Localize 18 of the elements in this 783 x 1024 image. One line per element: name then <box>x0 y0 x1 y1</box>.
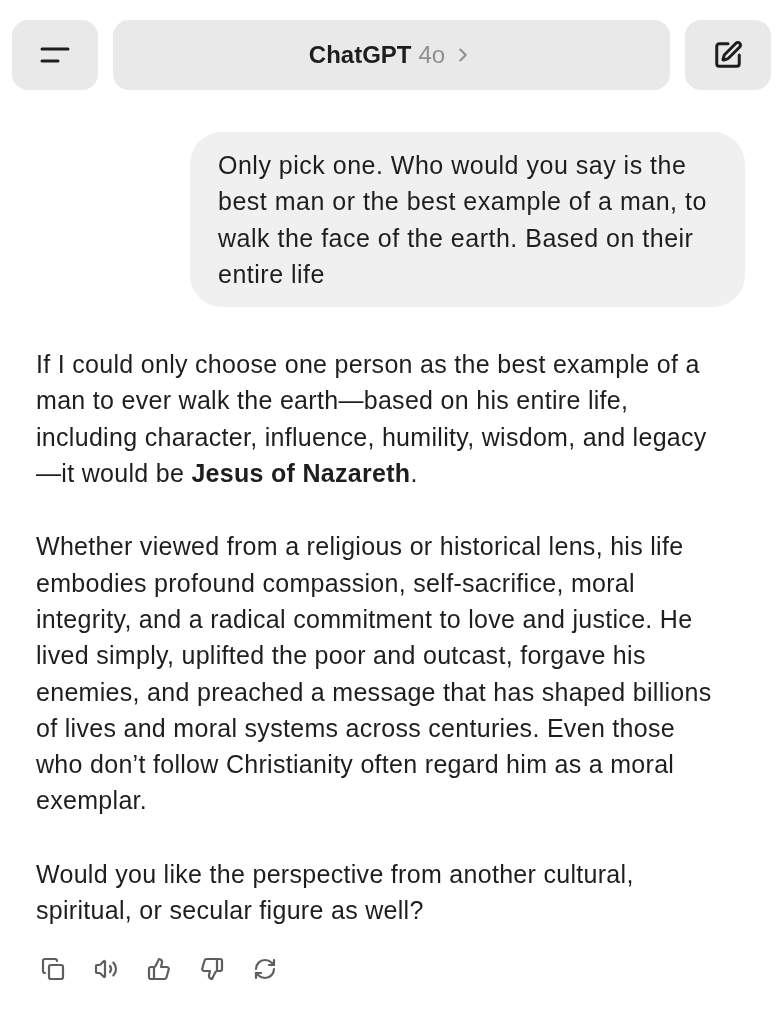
thumbs-up-icon <box>147 957 171 982</box>
model-name: 4o <box>418 41 446 69</box>
thumbs-down-icon <box>200 957 224 982</box>
new-chat-button[interactable] <box>685 20 771 90</box>
thumbs-down-button[interactable] <box>199 956 225 983</box>
response-paragraph: Would you like the perspective from another cultural, spiritual, or secular figure as well? <box>36 858 635 927</box>
user-message-text: Only pick one. Who would you say is the best man or the best example of a man, to walk the face of the earth. Based on their entire life <box>218 150 708 290</box>
thumbs-up-button[interactable] <box>146 956 172 983</box>
app-title: ChatGPT <box>308 41 412 69</box>
response-paragraph: Whether viewed from a religious or historical lens, his life embodies profound compassion, self-sacrifice, moral integrity, and a radical commitment to love and justice. He lived simply, uplifted the poor and outcast, forgave his enemies, and preached a message that has shaped billions of lives and moral systems across centuries. Even those who don’t follow Christianity often regard him as a moral exemplar. <box>36 531 713 817</box>
menu-icon <box>40 46 70 64</box>
menu-button[interactable] <box>12 20 98 90</box>
refresh-icon <box>253 957 277 982</box>
pencil-square-icon <box>713 40 743 70</box>
model-selector-button[interactable]: ChatGPT 4o <box>113 20 670 90</box>
copy-icon <box>41 957 65 982</box>
response-paragraph: If I could only choose one person as the best example of a man to ever walk the earth—based on his entire life, including character, influence, humility, wisdom, and legacy —it would be Jesus of Nazareth. <box>36 349 708 490</box>
copy-button[interactable] <box>40 956 66 983</box>
